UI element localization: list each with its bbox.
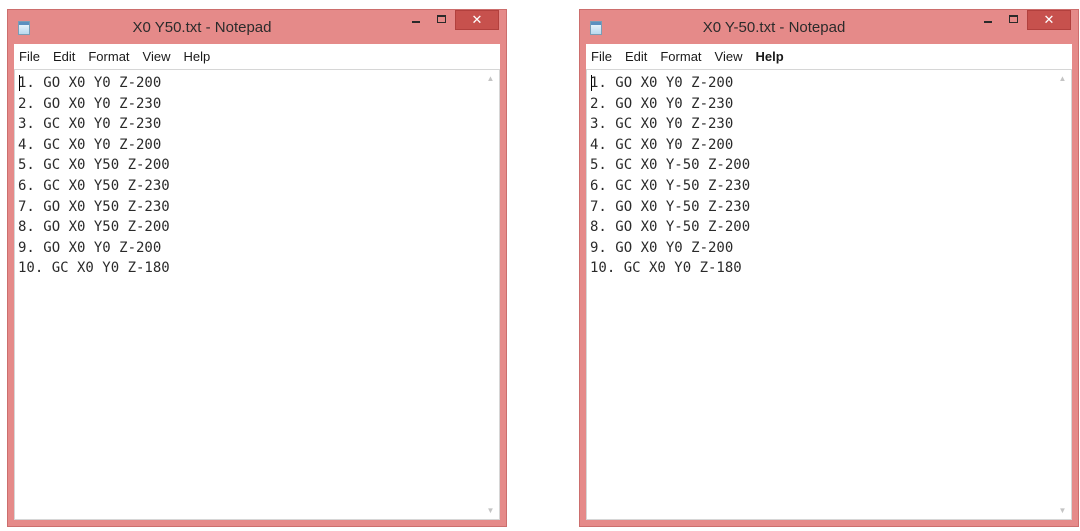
code-line: 7. GO X0 Y50 Z-230 <box>18 198 170 215</box>
code-line: 5. GC X0 Y-50 Z-200 <box>590 157 751 174</box>
text-editor[interactable]: 1. GO X0 Y0 Z-200 2. GO X0 Y0 Z-230 3. G… <box>586 69 1072 520</box>
code-line: 1. GO X0 Y0 Z-200 <box>18 75 162 91</box>
maximize-button[interactable] <box>429 10 455 30</box>
scroll-up-icon[interactable]: ▲ <box>482 70 499 87</box>
notepad-window-left: X0 Y50.txt - Notepad ✕ File Edit Format Vie… <box>7 9 507 527</box>
close-icon: ✕ <box>1043 12 1055 27</box>
close-button[interactable]: ✕ <box>1027 10 1071 30</box>
code-line: 8. GO X0 Y50 Z-200 <box>18 219 170 236</box>
menu-format[interactable]: Format <box>655 44 706 69</box>
editor-content[interactable]: 1. GO X0 Y0 Z-200 2. GO X0 Y0 Z-230 3. G… <box>590 73 1053 519</box>
minimize-icon <box>412 21 420 23</box>
menu-edit[interactable]: Edit <box>620 44 652 69</box>
menu-bar: File Edit Format View Help <box>14 44 500 70</box>
menu-help[interactable]: Help <box>178 44 215 69</box>
code-line: 2. GO X0 Y0 Z-230 <box>18 95 162 112</box>
code-line: 9. GO X0 Y0 Z-200 <box>590 239 734 256</box>
menu-view[interactable]: View <box>710 44 748 69</box>
vertical-scrollbar[interactable]: ▲ ▼ <box>1054 70 1071 519</box>
editor-content[interactable]: 1. GO X0 Y0 Z-200 2. GO X0 Y0 Z-230 3. G… <box>18 73 481 519</box>
code-line: 10. GC X0 Y0 Z-180 <box>18 260 170 277</box>
notepad-app-icon[interactable] <box>18 21 30 35</box>
code-line: 3. GC X0 Y0 Z-230 <box>590 116 734 133</box>
menu-bar: File Edit Format View Help <box>586 44 1072 70</box>
scroll-down-icon[interactable]: ▼ <box>482 502 499 519</box>
code-line: 6. GC X0 Y50 Z-230 <box>18 177 170 194</box>
close-icon: ✕ <box>471 12 483 27</box>
code-line: 2. GO X0 Y0 Z-230 <box>590 95 734 112</box>
code-line: 6. GC X0 Y-50 Z-230 <box>590 177 751 194</box>
title-bar[interactable]: X0 Y-50.txt - Notepad ✕ <box>580 10 1078 44</box>
menu-format[interactable]: Format <box>83 44 134 69</box>
scroll-down-icon[interactable]: ▼ <box>1054 502 1071 519</box>
window-title: X0 Y50.txt - Notepad <box>132 19 272 36</box>
code-line: 9. GO X0 Y0 Z-200 <box>18 239 162 256</box>
close-button[interactable]: ✕ <box>455 10 499 30</box>
menu-file[interactable]: File <box>586 44 617 69</box>
notepad-window-right: X0 Y-50.txt - Notepad ✕ File Edit Format Vi… <box>579 9 1079 527</box>
text-editor[interactable]: 1. GO X0 Y0 Z-200 2. GO X0 Y0 Z-230 3. G… <box>14 69 500 520</box>
minimize-icon <box>984 21 992 23</box>
code-line: 5. GC X0 Y50 Z-200 <box>18 157 170 174</box>
title-bar[interactable]: X0 Y50.txt - Notepad ✕ <box>8 10 506 44</box>
menu-help[interactable]: Help <box>750 44 788 69</box>
code-line: 10. GC X0 Y0 Z-180 <box>590 260 742 277</box>
minimize-button[interactable] <box>403 10 429 30</box>
code-line: 3. GC X0 Y0 Z-230 <box>18 116 162 133</box>
maximize-icon <box>1009 15 1018 23</box>
code-line: 1. GO X0 Y0 Z-200 <box>590 75 734 91</box>
minimize-button[interactable] <box>975 10 1001 30</box>
code-line: 7. GO X0 Y-50 Z-230 <box>590 198 751 215</box>
window-title: X0 Y-50.txt - Notepad <box>702 19 846 36</box>
scroll-up-icon[interactable]: ▲ <box>1054 70 1071 87</box>
notepad-app-icon[interactable] <box>590 21 602 35</box>
menu-view[interactable]: View <box>138 44 176 69</box>
maximize-icon <box>437 15 446 23</box>
code-line: 4. GC X0 Y0 Z-200 <box>590 136 734 153</box>
menu-file[interactable]: File <box>14 44 45 69</box>
maximize-button[interactable] <box>1001 10 1027 30</box>
code-line: 8. GO X0 Y-50 Z-200 <box>590 219 751 236</box>
code-line: 4. GC X0 Y0 Z-200 <box>18 136 162 153</box>
vertical-scrollbar[interactable]: ▲ ▼ <box>482 70 499 519</box>
menu-edit[interactable]: Edit <box>48 44 80 69</box>
